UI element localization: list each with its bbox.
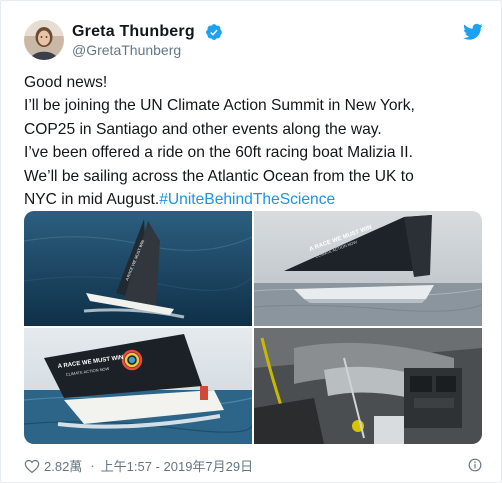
tweet-footer: 2.82萬 · 上午1:57 - 2019年7月29日 — [24, 456, 253, 475]
hashtag-link[interactable]: #UniteBehindTheScience — [159, 191, 335, 208]
tweet-line: NYC in mid August.#UniteBehindTheScience — [24, 188, 494, 211]
author-handle[interactable]: @GretaThunberg — [72, 42, 181, 58]
info-icon[interactable] — [468, 458, 482, 472]
like-count[interactable]: 2.82萬 — [44, 456, 82, 475]
tweet-card: Greta Thunberg @GretaThunberg Good news!… — [0, 0, 502, 483]
twitter-bird-icon[interactable] — [463, 23, 483, 41]
tweet-line: COP25 in Santiago and other events along… — [24, 120, 382, 138]
sailboat-photo-3: A RACE WE MUST WIN CLIMATE ACTION NOW — [24, 328, 252, 444]
cabin-interior-photo — [254, 328, 482, 444]
sailboat-photo-2: A RACE WE MUST WIN CLIMATE ACTION NOW — [254, 211, 482, 326]
media-grid: A RACE WE MUST WIN A RACE WE MUST WIN CL… — [24, 211, 482, 444]
avatar-image — [24, 20, 64, 60]
tweet-text: Good news! I’ll be joining the UN Climat… — [24, 71, 494, 211]
timestamp[interactable]: 上午1:57 - 2019年7月29日 — [101, 456, 253, 475]
heart-icon[interactable] — [24, 458, 40, 474]
tweet-line: We’ll be sailing across the Atlantic Oce… — [24, 167, 414, 185]
photo-2[interactable]: A RACE WE MUST WIN CLIMATE ACTION NOW — [254, 211, 482, 326]
photo-4[interactable] — [254, 328, 482, 444]
verified-badge-icon — [206, 24, 222, 40]
separator-dot: · — [90, 458, 95, 473]
photo-1[interactable]: A RACE WE MUST WIN — [24, 211, 252, 326]
photo-3[interactable]: A RACE WE MUST WIN CLIMATE ACTION NOW — [24, 328, 252, 444]
tweet-line: I’ve been offered a ride on the 60ft rac… — [24, 144, 413, 162]
author-name[interactable]: Greta Thunberg — [72, 23, 195, 41]
tweet-line-text: NYC in mid August. — [24, 191, 160, 209]
sailboat-photo-1: A RACE WE MUST WIN — [24, 211, 252, 326]
tweet-line: Good news! — [24, 74, 108, 91]
tweet-line: I’ll be joining the UN Climate Action Su… — [24, 97, 415, 115]
avatar[interactable] — [24, 20, 64, 60]
